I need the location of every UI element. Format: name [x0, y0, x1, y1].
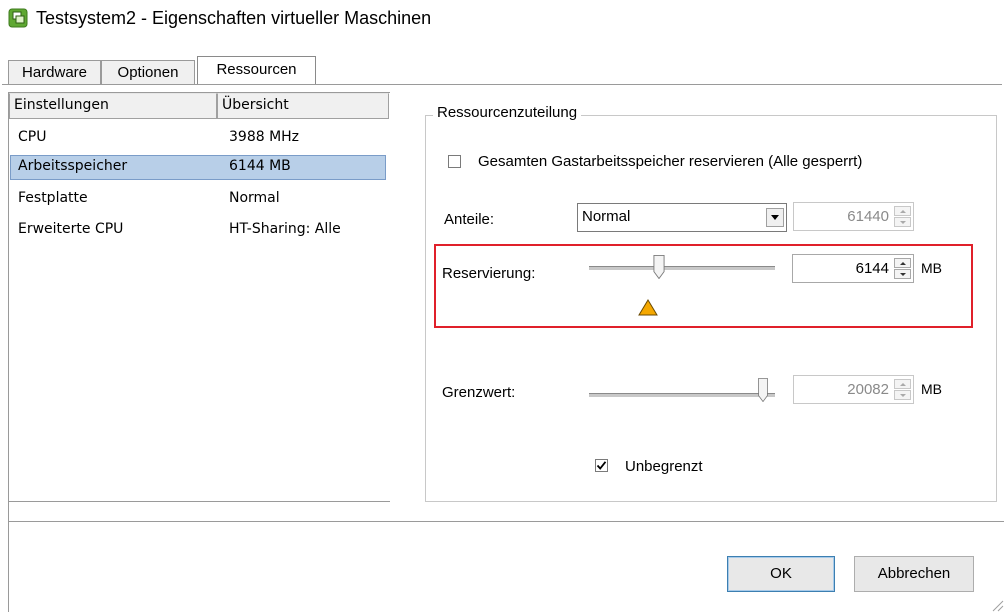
- settings-row-arbeitsspeicher[interactable]: Arbeitsspeicher 6144 MB: [10, 155, 386, 180]
- chevron-down-icon[interactable]: [766, 208, 784, 227]
- reservation-unit: MB: [921, 260, 942, 276]
- row-name: CPU: [18, 129, 47, 145]
- limit-slider-track[interactable]: [589, 393, 775, 398]
- row-name: Festplatte: [18, 190, 88, 206]
- row-value: 3988 MHz: [229, 129, 300, 145]
- resource-allocation-title: Ressourcenzuteilung: [433, 104, 582, 121]
- ok-button[interactable]: OK: [727, 556, 835, 592]
- reservation-stepper-buttons: [894, 258, 911, 279]
- header-einstellungen[interactable]: Einstellungen: [9, 93, 217, 119]
- settings-row-erweiterte-cpu[interactable]: Erweiterte CPU HT-Sharing: Alle: [10, 218, 386, 243]
- reservation-slider-thumb[interactable]: [653, 255, 665, 279]
- limit-label: Grenzwert:: [442, 384, 516, 401]
- header-uebersicht[interactable]: Übersicht: [217, 93, 389, 119]
- shares-dropdown-value: Normal: [582, 208, 631, 225]
- limit-stepper-buttons: [894, 379, 911, 400]
- limit-unit: MB: [921, 381, 942, 397]
- shares-number-value: 61440: [847, 208, 889, 225]
- limit-stepper[interactable]: 20082: [793, 375, 914, 404]
- reserve-all-checkbox[interactable]: [448, 155, 461, 168]
- row-value: HT-Sharing: Alle: [229, 221, 341, 237]
- stepper-up-icon[interactable]: [894, 258, 911, 268]
- tab-divider: [2, 84, 1002, 85]
- stepper-down-icon[interactable]: [894, 390, 911, 400]
- tab-optionen[interactable]: Optionen: [101, 60, 195, 84]
- dialog-separator: [8, 521, 1004, 522]
- settings-row-cpu[interactable]: CPU 3988 MHz: [10, 126, 386, 151]
- vm-app-icon: [8, 8, 28, 28]
- settings-list-header: Einstellungen Übersicht: [9, 93, 389, 119]
- unlimited-checkbox[interactable]: [595, 459, 608, 472]
- row-value: 6144 MB: [229, 158, 291, 174]
- tab-ressourcen[interactable]: Ressourcen: [197, 56, 316, 84]
- stepper-down-icon[interactable]: [894, 269, 911, 279]
- settings-list-panel: [8, 92, 390, 502]
- reservation-label: Reservierung:: [442, 265, 536, 282]
- window-title: Testsystem2 - Eigenschaften virtueller M…: [36, 8, 432, 28]
- settings-row-festplatte[interactable]: Festplatte Normal: [10, 187, 386, 212]
- shares-dropdown[interactable]: Normal: [577, 203, 787, 232]
- shares-label: Anteile:: [444, 211, 495, 228]
- stepper-up-icon[interactable]: [894, 379, 911, 389]
- row-name: Erweiterte CPU: [18, 221, 124, 237]
- unlimited-label: Unbegrenzt: [625, 458, 703, 475]
- resize-grip-icon[interactable]: [990, 598, 1004, 612]
- shares-number-stepper[interactable]: 61440: [793, 202, 914, 231]
- checkmark-icon: [596, 461, 607, 470]
- reservation-value: 6144: [855, 260, 889, 277]
- limit-slider-thumb[interactable]: [757, 378, 769, 402]
- shares-stepper-buttons: [894, 206, 911, 227]
- warning-triangle-icon: [638, 299, 658, 316]
- tab-hardware[interactable]: Hardware: [8, 60, 101, 84]
- reservation-slider-track[interactable]: [589, 266, 775, 271]
- reservation-stepper[interactable]: 6144: [792, 254, 914, 283]
- dialog-left-border: [8, 502, 9, 612]
- cancel-button[interactable]: Abbrechen: [854, 556, 974, 592]
- stepper-down-icon[interactable]: [894, 217, 911, 227]
- stepper-up-icon[interactable]: [894, 206, 911, 216]
- row-value: Normal: [229, 190, 280, 206]
- limit-value: 20082: [847, 381, 889, 398]
- row-name: Arbeitsspeicher: [18, 158, 128, 174]
- reserve-all-label: Gesamten Gastarbeitsspeicher reservieren…: [478, 153, 863, 170]
